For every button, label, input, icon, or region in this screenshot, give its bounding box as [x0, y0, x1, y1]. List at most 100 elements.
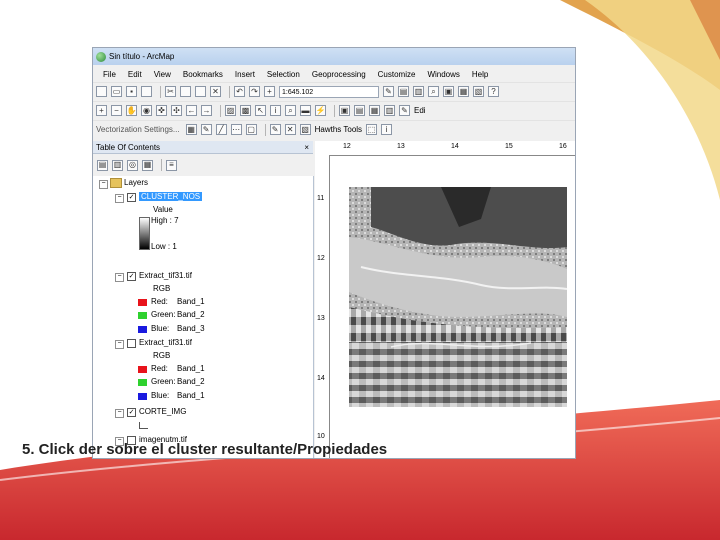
layer-name-extract-2[interactable]: Extract_tif31.tif: [139, 338, 192, 347]
zoom-in-icon[interactable]: +: [96, 105, 107, 116]
print-icon[interactable]: [141, 86, 152, 97]
menu-help[interactable]: Help: [472, 70, 488, 79]
map-canvas[interactable]: [331, 157, 575, 457]
layer-expander[interactable]: −: [115, 273, 124, 282]
editor-icon[interactable]: ✎: [383, 86, 394, 97]
select-features-icon[interactable]: ▨: [225, 105, 236, 116]
layer-expander[interactable]: −: [115, 409, 124, 418]
menu-insert[interactable]: Insert: [235, 70, 255, 79]
search-icon[interactable]: ⌕: [428, 86, 439, 97]
pencil-icon[interactable]: ✎: [200, 124, 212, 135]
copy-icon[interactable]: [180, 86, 191, 97]
toc-title: Table Of Contents: [96, 143, 161, 152]
list-by-selection-icon[interactable]: ▦: [142, 159, 153, 171]
erase-icon[interactable]: ✕: [284, 124, 296, 135]
layer-visibility-checkbox[interactable]: ✓: [127, 408, 136, 417]
catalog-icon[interactable]: ▥: [413, 86, 424, 97]
undo-icon[interactable]: ↶: [234, 86, 245, 97]
sketch-icon[interactable]: ✎: [269, 124, 281, 135]
layer-expander[interactable]: −: [115, 340, 124, 349]
layers-root[interactable]: Layers: [110, 178, 148, 188]
ruler-tick-label: 10: [317, 433, 325, 440]
layer-expander[interactable]: −: [115, 194, 124, 203]
select-box-icon[interactable]: ⬚: [366, 124, 378, 135]
paste-icon[interactable]: [195, 86, 206, 97]
arcmap-icon: [96, 51, 106, 62]
help-icon[interactable]: ?: [488, 86, 499, 97]
line-icon[interactable]: ╱: [215, 124, 227, 135]
fixed-zoom-out-icon[interactable]: ✣: [171, 105, 182, 116]
add-data-icon[interactable]: +: [264, 86, 275, 97]
menu-windows[interactable]: Windows: [427, 70, 459, 79]
clear-selection-icon[interactable]: ▩: [240, 105, 251, 116]
layer-name-corte[interactable]: CORTE_IMG: [139, 407, 186, 416]
vectorize-icon[interactable]: ▦: [185, 124, 197, 135]
grayscale-ramp: [139, 217, 150, 250]
new-document-icon[interactable]: [96, 86, 107, 97]
save-icon[interactable]: ▪: [126, 86, 137, 97]
model-builder-icon[interactable]: ▧: [473, 86, 484, 97]
band-channel-label: Red:: [151, 297, 168, 306]
georef-icon[interactable]: ▣: [339, 105, 350, 116]
layer-name-extract[interactable]: Extract_tif31.tif: [139, 271, 192, 280]
layer-visibility-checkbox[interactable]: ✓: [127, 272, 136, 281]
graph-icon[interactable]: ▥: [384, 105, 395, 116]
ruler-tick-label: 14: [451, 143, 459, 150]
raster-cleanup-icon[interactable]: ▢: [245, 124, 257, 135]
table-icon[interactable]: ▦: [369, 105, 380, 116]
blue-swatch: [138, 326, 147, 333]
menu-edit[interactable]: Edit: [128, 70, 142, 79]
editor-toolbar-label[interactable]: Edi: [414, 106, 426, 115]
redo-icon[interactable]: ↷: [249, 86, 260, 97]
fixed-zoom-in-icon[interactable]: ✜: [156, 105, 167, 116]
menu-customize[interactable]: Customize: [378, 70, 416, 79]
layers-collapse-toggle[interactable]: −: [99, 180, 108, 189]
layer-visibility-checkbox[interactable]: [127, 339, 136, 348]
menu-file[interactable]: File: [103, 70, 116, 79]
cut-icon[interactable]: ✂: [165, 86, 176, 97]
band-name: Band_2: [177, 377, 205, 386]
trace-icon[interactable]: ⋯: [230, 124, 242, 135]
band-name: Band_1: [177, 391, 205, 400]
editor-toolbar-icon[interactable]: ✎: [399, 105, 410, 116]
measure-icon[interactable]: ▬: [300, 105, 311, 116]
toc-icon[interactable]: ▤: [398, 86, 409, 97]
identify-icon[interactable]: i: [270, 105, 281, 116]
toolbar-separator: [229, 85, 230, 98]
info-icon[interactable]: i: [381, 124, 393, 135]
toc-close-button[interactable]: ×: [304, 141, 309, 154]
toolbar-separator: [161, 159, 162, 171]
map-view[interactable]: 12 13 14 15 16 11 12 13 14 10: [315, 141, 575, 458]
list-by-source-icon[interactable]: ▥: [112, 159, 123, 171]
hyperlink-icon[interactable]: ⚡: [315, 105, 326, 116]
map-scale-input[interactable]: 1:645.102: [279, 85, 379, 98]
back-icon[interactable]: ←: [186, 105, 197, 116]
layer-visibility-checkbox[interactable]: ✓: [127, 193, 136, 202]
arctoolbox-icon[interactable]: ▣: [443, 86, 454, 97]
layout-icon[interactable]: ▤: [354, 105, 365, 116]
zoom-out-icon[interactable]: −: [111, 105, 122, 116]
green-swatch: [138, 379, 147, 386]
pan-icon[interactable]: ✋: [126, 105, 137, 116]
band-channel-label: Red:: [151, 364, 168, 373]
menu-selection[interactable]: Selection: [267, 70, 300, 79]
layers-folder-icon: [110, 178, 122, 188]
menu-bookmarks[interactable]: Bookmarks: [183, 70, 223, 79]
open-folder-icon[interactable]: ▭: [111, 86, 122, 97]
menu-geoprocessing[interactable]: Geoprocessing: [312, 70, 366, 79]
menu-view[interactable]: View: [154, 70, 171, 79]
layer-name-cluster[interactable]: CLUSTER_NOS: [139, 192, 203, 201]
list-by-drawing-order-icon[interactable]: ▤: [97, 159, 108, 171]
python-icon[interactable]: ▦: [458, 86, 469, 97]
find-icon[interactable]: ⌕: [285, 105, 296, 116]
fill-icon[interactable]: ▧: [299, 124, 311, 135]
hawths-tools-menu[interactable]: Hawths Tools: [315, 125, 362, 134]
toc-options-icon[interactable]: ≡: [166, 159, 177, 171]
full-extent-icon[interactable]: ◉: [141, 105, 152, 116]
vectorization-settings-label[interactable]: Vectorization Settings...: [96, 125, 180, 134]
list-by-visibility-icon[interactable]: ◎: [127, 159, 138, 171]
select-elements-icon[interactable]: ↖: [255, 105, 266, 116]
ruler-tick-label: 13: [397, 143, 405, 150]
delete-icon[interactable]: ✕: [210, 86, 221, 97]
forward-icon[interactable]: →: [201, 105, 212, 116]
